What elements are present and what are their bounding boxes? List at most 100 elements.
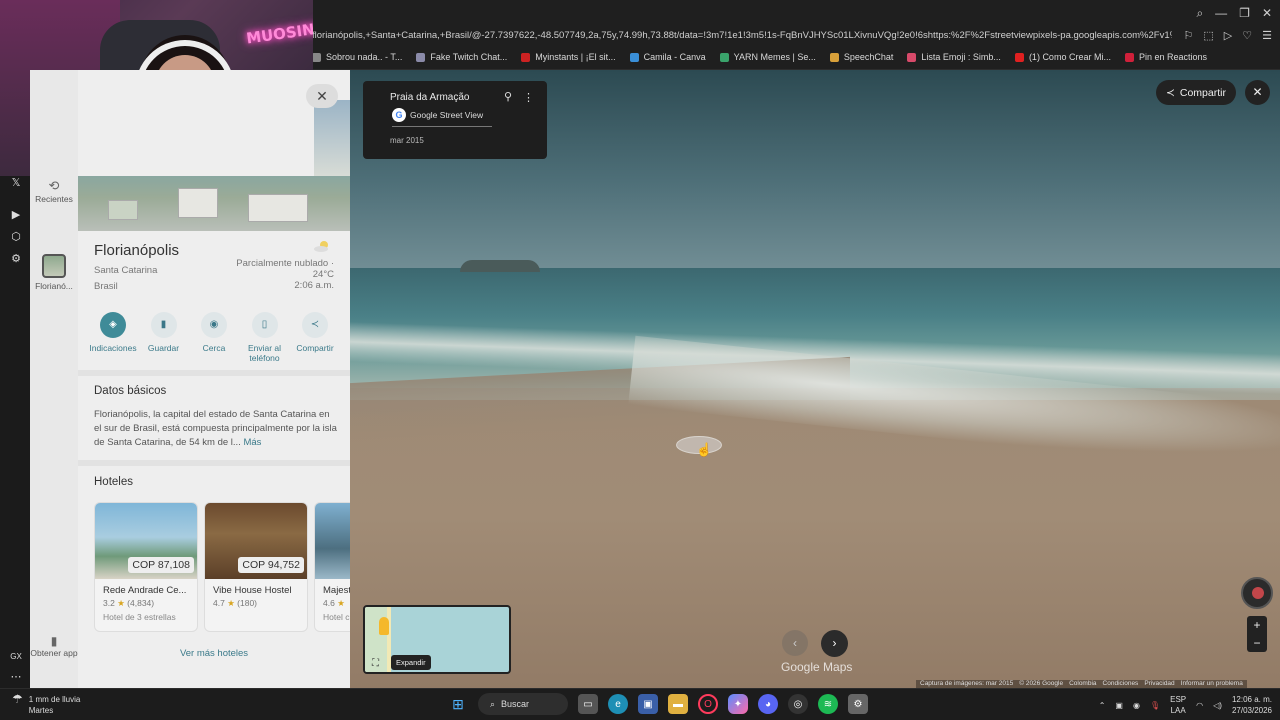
taskbar-search[interactable]: ⌕ Buscar: [478, 693, 568, 715]
star-icon: ★: [224, 598, 238, 608]
bookmark-favicon-icon: [521, 52, 531, 62]
microphone-icon[interactable]: 🎙: [1150, 701, 1160, 710]
hotel-card[interactable]: COP 87,108 Rede Andrade Ce... 3.2 ★ (4,834…: [94, 502, 198, 632]
get-app-item[interactable]: ▮ Obtener app: [30, 634, 78, 658]
more-link[interactable]: Más: [243, 437, 261, 448]
extensions-icon[interactable]: ⬡: [9, 230, 23, 244]
play-icon[interactable]: ▷: [1224, 29, 1232, 42]
pin-icon[interactable]: ⚲: [504, 90, 512, 103]
zoom-in-button[interactable]: +: [1247, 616, 1267, 634]
more-options-icon[interactable]: ⋮: [523, 91, 534, 104]
bookmark-item[interactable]: (1) Como Crear Mi...: [1014, 52, 1111, 62]
restore-icon[interactable]: ❐: [1239, 6, 1250, 21]
chevron-up-icon[interactable]: ⌃: [1099, 701, 1106, 710]
gx-icon[interactable]: GX: [9, 650, 23, 664]
compass[interactable]: [1241, 577, 1273, 609]
settings-icon[interactable]: ⚙: [848, 694, 868, 714]
location-title[interactable]: Praia da Armação: [390, 92, 470, 103]
clock[interactable]: 12:06 a. m. 27/03/2026: [1232, 694, 1272, 716]
spotify-icon[interactable]: ≋: [818, 694, 838, 714]
close-panel-button[interactable]: ✕: [306, 84, 338, 108]
street-view-canvas[interactable]: ☝: [350, 70, 1280, 688]
next-image-button[interactable]: ›: [821, 630, 848, 657]
hotel-rating: 3.2 ★ (4,834): [103, 598, 155, 608]
task-view-icon[interactable]: ▭: [578, 694, 598, 714]
snapshot-icon[interactable]: ⬚: [1203, 29, 1213, 42]
x-icon[interactable]: 𝕏: [9, 176, 23, 190]
hotels-carousel: COP 87,108 Rede Andrade Ce... 3.2 ★ (4,834…: [94, 502, 350, 632]
windows-start-icon[interactable]: ⊞: [448, 694, 468, 714]
attribution-item[interactable]: Privacidad: [1144, 680, 1174, 688]
source-label: G Google Street View: [392, 108, 483, 122]
player-icon[interactable]: ▶: [9, 208, 23, 222]
edge-icon[interactable]: e: [608, 694, 628, 714]
more-icon[interactable]: ⋯: [9, 670, 23, 684]
close-street-view-button[interactable]: ✕: [1245, 80, 1270, 105]
action-cerca[interactable]: ◉ Cerca: [189, 312, 239, 363]
bookmark-icon[interactable]: ⚐: [1184, 29, 1194, 42]
volume-icon[interactable]: ◁): [1213, 701, 1222, 710]
bookmark-item[interactable]: Lista Emoji : Simb...: [907, 52, 1001, 62]
partly-cloudy-icon: [314, 241, 328, 252]
taskbar: ☂ 1 mm de lluvia Martes ⊞ ⌕ Buscar ▭ e ▣…: [0, 688, 1280, 720]
language-indicator[interactable]: ESP LAA: [1170, 694, 1186, 716]
bookmark-favicon-icon: [629, 52, 639, 62]
expand-icon[interactable]: ⛶: [372, 658, 379, 669]
address-bar[interactable]: florianópolis,+Santa+Catarina,+Brasil/@-…: [312, 30, 1172, 41]
bookmark-item[interactable]: Pin en Reactions: [1124, 52, 1207, 62]
wifi-icon[interactable]: ◠: [1196, 701, 1203, 710]
action-guardar[interactable]: ▮ Guardar: [139, 312, 189, 363]
neon-sign: MUOSINO: [245, 18, 313, 48]
screen: florianópolis,+Santa+Catarina,+Brasil/@-…: [0, 0, 1280, 720]
hotel-type: [205, 609, 307, 615]
discord-icon[interactable]: ◕: [758, 694, 778, 714]
recent-item[interactable]: ⟲ Recientes: [30, 178, 78, 204]
attribution-item[interactable]: Informar un problema: [1181, 680, 1243, 688]
hotel-card[interactable]: C Majest 4.6 ★ Hotel c: [314, 502, 350, 632]
capture-date[interactable]: mar 2015: [390, 136, 424, 145]
attribution-item[interactable]: Colombia: [1069, 680, 1096, 688]
copilot-icon[interactable]: ✦: [728, 694, 748, 714]
bookmark-item[interactable]: Fake Twitch Chat...: [416, 52, 507, 62]
place-photo-secondary[interactable]: [314, 100, 350, 176]
basics-title: Datos básicos: [94, 385, 167, 397]
bookmark-favicon-icon: [719, 52, 729, 62]
search-icon: ⌕: [490, 698, 496, 709]
see-more-hotels-link[interactable]: Ver más hoteles: [78, 648, 350, 659]
place-title: Florianópolis: [94, 242, 180, 259]
maps-side-nav: ⟲ Recientes Florianó... ▮ Obtener app: [30, 70, 78, 688]
bookmark-item[interactable]: SpeechChat: [829, 52, 893, 62]
bookmark-item[interactable]: YARN Memes | Se...: [719, 52, 816, 62]
attribution-item[interactable]: Condiciones: [1103, 680, 1139, 688]
hotel-type: Hotel de 3 estrellas: [103, 612, 176, 622]
bookmark-item[interactable]: Sobrou nada.. - T...: [312, 52, 402, 62]
opera-gx-icon[interactable]: O: [698, 694, 718, 714]
share-icon: ≺: [1166, 86, 1175, 99]
bookmark-item[interactable]: Myinstants | ¡El sit...: [521, 52, 616, 62]
taskbar-weather[interactable]: ☂ 1 mm de lluvia Martes: [12, 693, 80, 716]
action-compartir[interactable]: ≺ Compartir: [290, 312, 340, 363]
steam-tray-icon[interactable]: ◉: [1133, 701, 1140, 710]
minimap[interactable]: ⛶ Expandir: [363, 605, 511, 674]
share-button[interactable]: ≺ Compartir: [1156, 80, 1236, 105]
close-window-icon[interactable]: ✕: [1262, 6, 1272, 21]
action-indicaciones[interactable]: ◈ Indicaciones: [88, 312, 138, 363]
place-photo[interactable]: [78, 176, 350, 231]
previous-image-button[interactable]: ‹: [782, 630, 808, 656]
bookmark-item[interactable]: Camila - Canva: [629, 52, 706, 62]
settings-icon[interactable]: ⚙: [9, 252, 23, 266]
file-explorer-icon[interactable]: ▬: [668, 694, 688, 714]
heart-icon[interactable]: ♡: [1242, 29, 1252, 42]
menu-icon[interactable]: ☰: [1262, 29, 1272, 42]
minimize-icon[interactable]: —: [1215, 6, 1227, 21]
obs-icon[interactable]: ◎: [788, 694, 808, 714]
network-tray-icon[interactable]: ▣: [1115, 701, 1123, 710]
hotel-card[interactable]: COP 94,752 Vibe House Hostel 4.7 ★ (180): [204, 502, 308, 632]
zoom-out-button[interactable]: −: [1247, 634, 1267, 652]
recent-place-item[interactable]: Florianó...: [30, 254, 78, 291]
action-enviar-al-teléfono[interactable]: ▯ Enviar al teléfono: [240, 312, 290, 363]
compass-needle-icon: [1252, 587, 1264, 599]
hotel-rating: 4.7 ★ (180): [213, 598, 258, 608]
store-icon[interactable]: ▣: [638, 694, 658, 714]
search-icon[interactable]: ⌕: [1196, 6, 1203, 21]
